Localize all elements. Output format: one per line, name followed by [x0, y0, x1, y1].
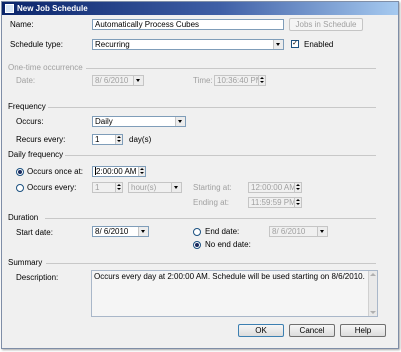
chevron-down-icon	[175, 117, 185, 126]
new-job-schedule-dialog: New Job Schedule Name: Automatically Pro…	[1, 1, 399, 349]
spinner-icon	[115, 135, 122, 144]
daily-frequency-divider	[65, 155, 376, 156]
enabled-label: Enabled	[304, 40, 334, 49]
frequency-heading: Frequency	[8, 102, 46, 111]
recurs-every-input[interactable]: 1	[92, 134, 123, 145]
enabled-checkbox[interactable]: ✓	[291, 40, 299, 48]
jobs-in-schedule-button[interactable]: Jobs in Schedule	[289, 18, 363, 31]
one-time-time-input[interactable]: 10:36:40 PM	[214, 75, 266, 86]
starting-at-value: 12:00:00 AM	[251, 183, 296, 192]
occurs-every-input[interactable]: 1	[92, 182, 123, 193]
chevron-down-icon	[138, 227, 148, 236]
recurs-every-label: Recurs every:	[16, 135, 66, 144]
one-time-divider	[86, 68, 376, 69]
occurs-every-label: Occurs every:	[27, 183, 77, 192]
one-time-occurrence-heading: One-time occurrence	[8, 63, 83, 72]
spinner-icon	[294, 183, 301, 192]
help-button[interactable]: Help	[340, 324, 386, 337]
occurs-once-radio[interactable]	[16, 168, 24, 176]
cancel-button[interactable]: Cancel	[289, 324, 335, 337]
no-end-date-radio[interactable]	[193, 241, 201, 249]
spinner-icon	[258, 76, 265, 85]
description-scrollbar[interactable]	[368, 271, 377, 316]
duration-heading: Duration	[8, 213, 39, 222]
schedule-type-select[interactable]: Recurring	[92, 39, 284, 50]
schedule-type-value: Recurring	[95, 40, 130, 49]
occurs-label: Occurs:	[16, 117, 44, 126]
description-textbox[interactable]: Occurs every day at 2:00:00 AM. Schedule…	[91, 270, 378, 317]
occurs-once-label: Occurs once at:	[27, 167, 84, 176]
spinner-icon	[294, 198, 301, 207]
ok-button[interactable]: OK	[238, 324, 284, 337]
one-time-time-value: 10:36:40 PM	[217, 76, 263, 85]
end-date-radio[interactable]	[193, 228, 201, 236]
no-end-date-label: No end date:	[205, 240, 251, 249]
chevron-down-icon	[133, 76, 143, 85]
dialog-icon	[5, 4, 14, 13]
description-label: Description:	[16, 273, 59, 282]
end-date-label: End date:	[205, 227, 240, 236]
one-time-date-value: 8/ 6/2010	[95, 76, 129, 85]
starting-at-input[interactable]: 12:00:00 AM	[248, 182, 302, 193]
scroll-down-icon	[370, 311, 376, 314]
one-time-date-picker[interactable]: 8/ 6/2010	[92, 75, 144, 86]
start-date-label: Start date:	[16, 228, 53, 237]
occurs-every-unit-value: hour(s)	[131, 183, 157, 192]
window-title: New Job Schedule	[17, 4, 88, 13]
daily-frequency-heading: Daily frequency	[8, 150, 64, 159]
spinner-icon	[138, 167, 145, 176]
title-bar: New Job Schedule	[2, 2, 398, 15]
recurs-unit-label: day(s)	[129, 135, 152, 144]
chevron-down-icon	[171, 183, 181, 192]
one-time-time-label: Time:	[193, 76, 213, 85]
name-input[interactable]: Automatically Process Cubes	[92, 19, 284, 30]
scroll-up-icon	[370, 273, 376, 276]
chevron-down-icon	[317, 227, 327, 236]
ending-at-input[interactable]: 11:59:59 PM	[248, 197, 302, 208]
description-text: Occurs every day at 2:00:00 AM. Schedule…	[94, 272, 365, 281]
frequency-divider	[48, 107, 376, 108]
recurs-every-value: 1	[95, 135, 100, 144]
one-time-date-label: Date:	[16, 76, 36, 85]
starting-at-label: Starting at:	[193, 183, 232, 192]
schedule-type-label: Schedule type:	[10, 40, 63, 49]
occurs-every-radio[interactable]	[16, 184, 24, 192]
end-date-value: 8/ 6/2010	[272, 227, 306, 236]
occurs-once-time-value: 2:00:00 AM	[96, 167, 137, 176]
occurs-every-unit-select[interactable]: hour(s)	[128, 182, 182, 193]
occurs-every-value: 1	[95, 183, 100, 192]
summary-heading: Summary	[8, 258, 43, 267]
occurs-once-time-input[interactable]: 2:00:00 AM	[92, 166, 146, 177]
end-date-picker[interactable]: 8/ 6/2010	[269, 226, 328, 237]
ending-at-label: Ending at:	[193, 198, 230, 207]
summary-divider	[46, 263, 376, 264]
name-label: Name:	[10, 20, 34, 29]
occurs-value: Daily	[95, 117, 113, 126]
duration-divider	[45, 218, 376, 219]
ending-at-value: 11:59:59 PM	[251, 198, 296, 207]
spinner-icon	[115, 183, 122, 192]
chevron-down-icon	[273, 40, 283, 49]
start-date-picker[interactable]: 8/ 6/2010	[92, 226, 149, 237]
start-date-value: 8/ 6/2010	[95, 227, 129, 236]
occurs-select[interactable]: Daily	[92, 116, 186, 127]
